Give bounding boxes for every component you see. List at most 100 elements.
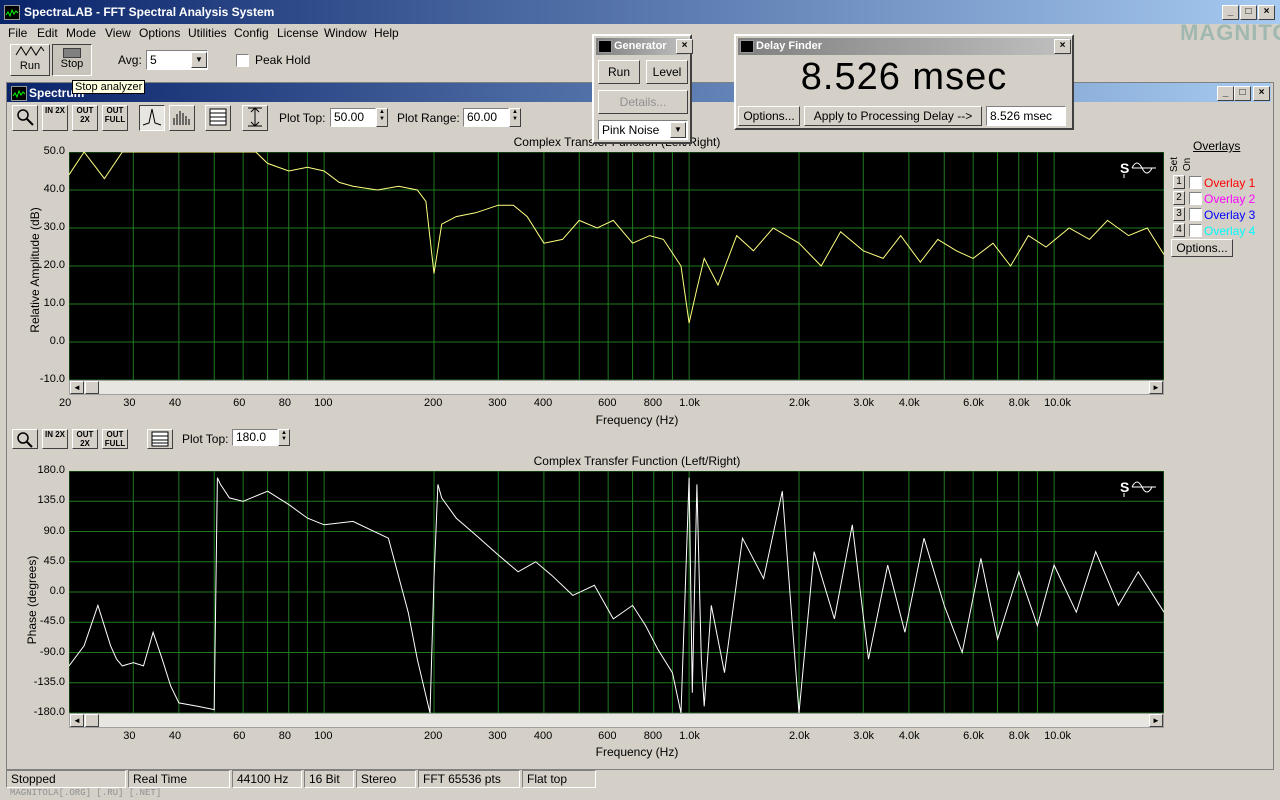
y-tick-label: -135.0: [33, 675, 65, 688]
overlay-1-checkbox[interactable]: [1189, 176, 1202, 189]
plot-top-label: Plot Top:: [279, 111, 326, 125]
x-tick-label: 600: [598, 730, 617, 742]
spectrum-minimize-button[interactable]: _: [1217, 86, 1234, 101]
close-button[interactable]: ×: [1258, 5, 1275, 20]
overlay-set-2-button[interactable]: 2: [1173, 191, 1185, 205]
menu-config[interactable]: Config: [234, 26, 269, 40]
phase-data-table-button[interactable]: [147, 429, 173, 449]
phase-plot-top-spinner[interactable]: ▲ ▼: [278, 429, 290, 446]
phase-plot-area[interactable]: S: [68, 470, 1165, 714]
plot-top-spinner[interactable]: ▲ ▼: [376, 108, 388, 127]
status-bit-depth: 16 Bit: [304, 770, 354, 788]
scroll-thumb[interactable]: [85, 381, 99, 394]
data-table-button[interactable]: [205, 105, 231, 131]
table-icon: [209, 108, 227, 126]
phase-plot-top-input[interactable]: 180.0: [232, 429, 278, 446]
stop-button[interactable]: Stop: [52, 44, 92, 76]
zoom-out-full-button[interactable]: OUT FULL: [102, 105, 128, 131]
overlays-on-label: On: [1182, 157, 1194, 172]
overlay-set-3-button[interactable]: 3: [1173, 207, 1185, 221]
scroll-thumb[interactable]: [85, 714, 99, 727]
amplitude-scrollbar[interactable]: ◄ ►: [69, 380, 1164, 395]
bar-mode-button[interactable]: [169, 105, 195, 131]
generator-run-button[interactable]: Run: [598, 60, 640, 84]
x-tick-label: 200: [424, 730, 443, 742]
series-line: [68, 151, 1165, 324]
generator-level-button[interactable]: Level: [646, 60, 688, 84]
menu-utilities[interactable]: Utilities: [188, 26, 227, 40]
y-tick-label: 0.0: [49, 585, 65, 597]
vertical-scale-button[interactable]: [242, 105, 268, 131]
menu-options[interactable]: Options: [139, 26, 180, 40]
x-tick-label: 80: [278, 397, 291, 409]
spectrum-window: Spectrum _ □ × IN 2X OUT 2X OUT FULL Plo…: [6, 82, 1274, 770]
menu-mode[interactable]: Mode: [66, 26, 96, 40]
delay-finder-close-button[interactable]: ×: [1054, 39, 1071, 54]
apply-processing-delay-button[interactable]: Apply to Processing Delay -->: [804, 106, 982, 126]
phase-zoom-out-full-button[interactable]: OUT FULL: [102, 429, 128, 449]
scroll-left-arrow-icon[interactable]: ◄: [70, 714, 84, 727]
x-tick-label: 100: [314, 730, 333, 742]
menu-view[interactable]: View: [105, 26, 131, 40]
avg-label: Avg:: [118, 53, 142, 67]
scroll-right-arrow-icon[interactable]: ►: [1149, 381, 1163, 394]
status-channels: Stereo: [356, 770, 416, 788]
plot-top-input[interactable]: 50.00: [330, 108, 376, 127]
phase-chart-title: Complex Transfer Function (Left/Right): [533, 454, 741, 468]
x-tick-label: 2.0k: [789, 730, 810, 742]
overlay-3-checkbox[interactable]: [1189, 208, 1202, 221]
maximize-button[interactable]: □: [1240, 5, 1257, 20]
delay-options-button[interactable]: Options...: [738, 106, 800, 126]
generator-details-button: Details...: [598, 90, 688, 114]
y-tick-label: 180.0: [37, 464, 65, 476]
overlay-2-checkbox[interactable]: [1189, 192, 1202, 205]
overlay-set-4-button[interactable]: 4: [1173, 223, 1185, 237]
signal-dropdown-arrow-icon[interactable]: ▼: [670, 122, 686, 138]
y-tick-label: 20.0: [43, 259, 65, 271]
line-mode-button[interactable]: [139, 105, 165, 131]
avg-dropdown-arrow-icon[interactable]: ▼: [191, 52, 207, 68]
phase-zoom-in-2x-button[interactable]: IN 2X: [42, 429, 68, 449]
amplitude-plot-area[interactable]: S: [68, 151, 1165, 381]
delay-value-field[interactable]: 8.526 msec: [986, 106, 1066, 126]
phase-zoom-out-2x-button[interactable]: OUT 2X: [72, 429, 98, 449]
menu-window[interactable]: Window: [324, 26, 367, 40]
overlay-set-1-button[interactable]: 1: [1173, 175, 1185, 189]
delay-finder-icon: [740, 40, 754, 53]
status-state: Stopped: [6, 770, 126, 788]
bar-graph-icon: [173, 111, 190, 125]
overlays-options-button[interactable]: Options...: [1171, 239, 1233, 257]
scroll-left-arrow-icon[interactable]: ◄: [70, 381, 84, 394]
overlays-set-label: Set: [1169, 156, 1181, 173]
x-tick-label: 10.0k: [1044, 730, 1072, 742]
zoom-out-2x-button[interactable]: OUT 2X: [72, 105, 98, 131]
overlay-2-label: Overlay 2: [1204, 192, 1256, 206]
minimize-button[interactable]: _: [1222, 5, 1239, 20]
y-tick-label: 30.0: [43, 221, 65, 233]
sine-settings-icon[interactable]: S: [1120, 477, 1158, 500]
zoom-magnify-button[interactable]: [12, 105, 38, 131]
y-tick-label: -45.0: [39, 615, 65, 628]
delay-value-display: 8.526 msec: [800, 56, 1008, 98]
phase-zoom-magnify-button[interactable]: [12, 429, 38, 449]
generator-close-button[interactable]: ×: [676, 39, 693, 54]
peak-hold-checkbox[interactable]: [236, 54, 249, 67]
plot-range-input[interactable]: 60.00: [463, 108, 509, 127]
menu-license[interactable]: License: [277, 26, 318, 40]
svg-text:S: S: [1120, 160, 1129, 176]
spectrum-close-button[interactable]: ×: [1253, 86, 1270, 101]
overlay-4-checkbox[interactable]: [1189, 224, 1202, 237]
plot-range-spinner[interactable]: ▲ ▼: [509, 108, 521, 127]
menu-help[interactable]: Help: [374, 26, 399, 40]
peak-hold-label: Peak Hold: [255, 53, 311, 67]
status-mode: Real Time: [128, 770, 230, 788]
sine-settings-icon[interactable]: S: [1120, 158, 1158, 181]
run-button[interactable]: Run: [10, 44, 50, 76]
scroll-right-arrow-icon[interactable]: ►: [1149, 714, 1163, 727]
spectrum-maximize-button[interactable]: □: [1234, 86, 1251, 101]
menu-file[interactable]: File: [8, 26, 27, 40]
zoom-in-2x-button[interactable]: IN 2X: [42, 105, 68, 131]
menu-edit[interactable]: Edit: [37, 26, 58, 40]
phase-plot-top-label: Plot Top:: [182, 432, 229, 446]
phase-scrollbar[interactable]: ◄ ►: [69, 713, 1164, 728]
